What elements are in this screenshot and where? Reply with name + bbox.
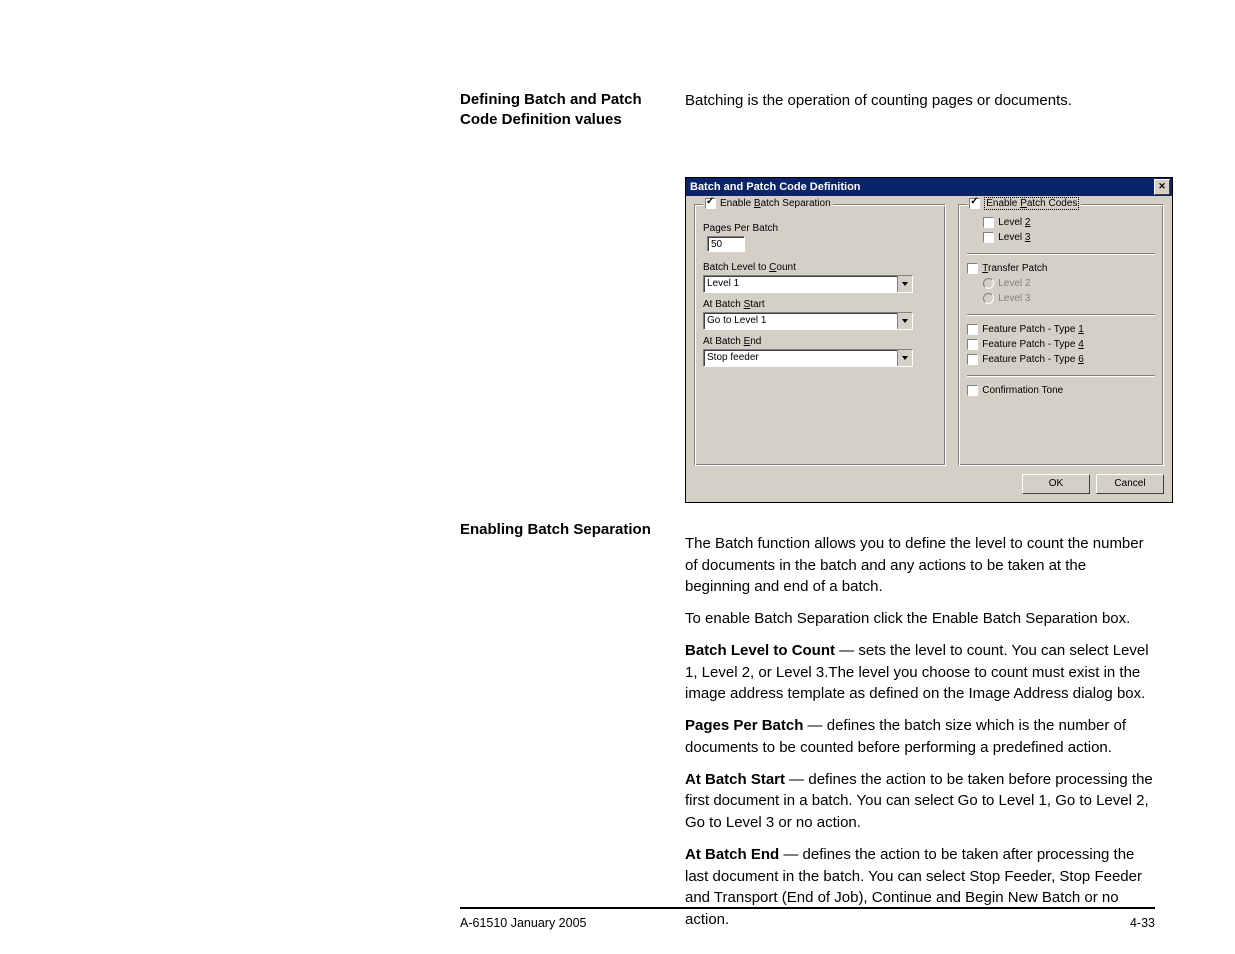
pages-per-batch-input[interactable]: 50 [707,236,745,252]
enable-batch-separation-legend[interactable]: Enable Batch Separation [703,198,833,209]
chevron-down-icon[interactable] [897,276,912,292]
em-dash: — [785,771,808,788]
chevron-down-icon[interactable] [897,313,912,329]
confirmation-tone-label: Confirmation Tone [982,385,1063,396]
em-dash: — [803,717,826,734]
batch-level-to-count-value: Level 1 [704,276,897,292]
batch-level-to-count-label: Batch Level to Count [703,262,937,273]
page-content: Defining Batch and Patch Code Definition… [0,0,1235,931]
patch-level3-row[interactable]: Level 3 [983,232,1155,243]
term-pages-per-batch: Pages Per Batch [685,717,803,734]
footer-page-number: 4-33 [1130,916,1155,930]
term-batch-level-to-count: Batch Level to Count [685,642,835,659]
paragraph-batch-level-to-count: Batch Level to Count — sets the level to… [685,640,1155,705]
enable-batch-separation-label: Enable Batch Separation [720,198,831,209]
enable-batch-separation-checkbox[interactable] [705,198,716,209]
ok-button[interactable]: OK [1022,474,1090,494]
feature-patch-4-label: Feature Patch - Type 4 [982,339,1084,350]
batch-level-to-count-combo[interactable]: Level 1 [703,275,913,293]
divider [967,253,1155,255]
paragraph-pages-per-batch: Pages Per Batch — defines the batch size… [685,715,1155,759]
section-heading-1: Defining Batch and Patch Code Definition… [460,90,670,129]
dialog-screenshot: Batch and Patch Code Definition ✕ Enable… [685,177,1173,503]
at-batch-start-value: Go to Level 1 [704,313,897,329]
patch-level3-checkbox[interactable] [983,232,994,243]
transfer-patch-label: Transfer Patch [982,263,1047,274]
enable-patch-codes-legend[interactable]: Enable Patch Codes [967,198,1081,209]
transfer-level3-label: Level 3 [998,293,1030,304]
transfer-patch-row[interactable]: Transfer Patch [967,263,1155,274]
patch-codes-group: Enable Patch Codes Level 2 Level 3 Trans… [958,204,1164,466]
paragraph-enable-batch: To enable Batch Separation click the Ena… [685,608,1155,630]
patch-level3-label: Level 3 [998,232,1030,243]
transfer-level2-row: Level 2 [983,278,1155,289]
feature-patch-1-checkbox[interactable] [967,324,978,335]
divider [967,375,1155,377]
transfer-level2-radio [983,278,994,289]
dialog-title: Batch and Patch Code Definition [690,181,861,193]
feature-patch-6-label: Feature Patch - Type 6 [982,354,1084,365]
at-batch-start-label: At Batch Start [703,299,937,310]
footer-doc-id: A-61510 January 2005 [460,916,586,930]
dialog-button-row: OK Cancel [686,466,1172,502]
paragraph-at-batch-start: At Batch Start — defines the action to b… [685,769,1155,834]
dialog-window: Batch and Patch Code Definition ✕ Enable… [685,177,1173,503]
confirmation-tone-row[interactable]: Confirmation Tone [967,385,1155,396]
enable-patch-codes-label: Enable Patch Codes [984,197,1079,210]
divider [967,314,1155,316]
transfer-level3-radio [983,293,994,304]
batch-separation-group: Enable Batch Separation Pages Per Batch … [694,204,946,466]
transfer-level2-label: Level 2 [998,278,1030,289]
close-icon[interactable]: ✕ [1154,179,1170,195]
enable-patch-codes-checkbox[interactable] [969,198,980,209]
em-dash: — [779,846,802,863]
at-batch-end-combo[interactable]: Stop feeder [703,349,913,367]
feature-patch-6-checkbox[interactable] [967,354,978,365]
feature-patch-1-row[interactable]: Feature Patch - Type 1 [967,324,1155,335]
feature-patch-1-label: Feature Patch - Type 1 [982,324,1084,335]
section-heading-2: Enabling Batch Separation [460,520,670,540]
em-dash: — [835,642,858,659]
feature-patch-4-checkbox[interactable] [967,339,978,350]
intro-paragraph: Batching is the operation of counting pa… [685,90,1155,112]
cancel-button[interactable]: Cancel [1096,474,1164,494]
at-batch-start-combo[interactable]: Go to Level 1 [703,312,913,330]
paragraph-batch-function: The Batch function allows you to define … [685,533,1155,598]
footer-rule [460,907,1155,909]
transfer-patch-checkbox[interactable] [967,263,978,274]
term-at-batch-end: At Batch End [685,846,779,863]
paragraph-at-batch-end: At Batch End — defines the action to be … [685,844,1155,931]
at-batch-end-value: Stop feeder [704,350,897,366]
patch-level2-checkbox[interactable] [983,217,994,228]
dialog-body: Enable Batch Separation Pages Per Batch … [686,196,1172,466]
term-at-batch-start: At Batch Start [685,771,785,788]
patch-level2-row[interactable]: Level 2 [983,217,1155,228]
patch-level2-label: Level 2 [998,217,1030,228]
transfer-level3-row: Level 3 [983,293,1155,304]
pages-per-batch-label: Pages Per Batch [703,223,937,234]
at-batch-end-label: At Batch End [703,336,937,347]
chevron-down-icon[interactable] [897,350,912,366]
dialog-titlebar: Batch and Patch Code Definition ✕ [686,178,1172,196]
feature-patch-6-row[interactable]: Feature Patch - Type 6 [967,354,1155,365]
confirmation-tone-checkbox[interactable] [967,385,978,396]
feature-patch-4-row[interactable]: Feature Patch - Type 4 [967,339,1155,350]
